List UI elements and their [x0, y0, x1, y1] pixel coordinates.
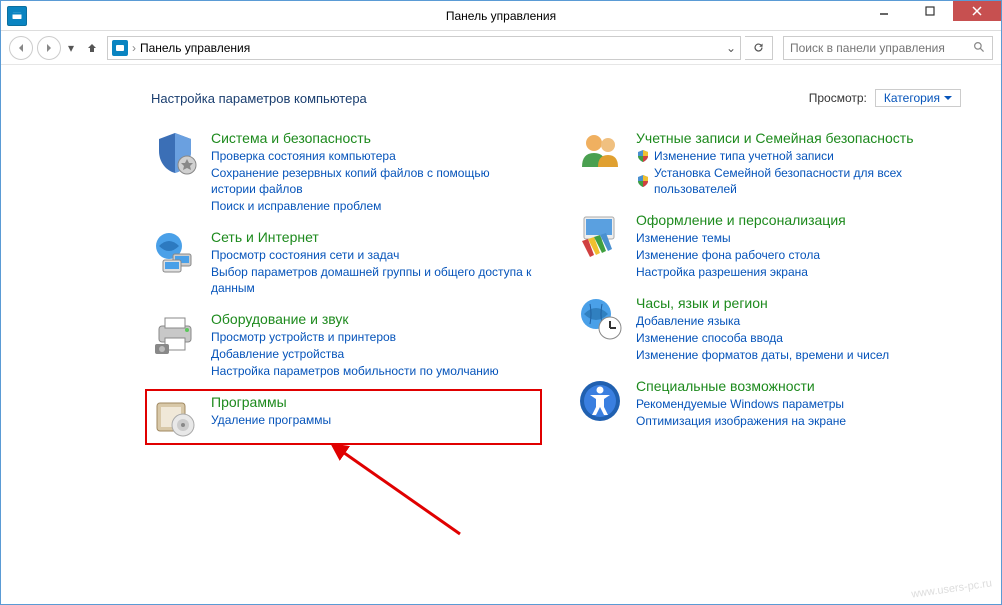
page-title: Настройка параметров компьютера: [151, 91, 367, 106]
category-clock-language: Часы, язык и регион Добавление языка Изм…: [576, 294, 961, 363]
appearance-icon: [576, 211, 624, 259]
category-ease-of-access: Специальные возможности Рекомендуемые Wi…: [576, 377, 961, 429]
printer-icon: [151, 310, 199, 358]
task-link[interactable]: Проверка состояния компьютера: [211, 148, 536, 164]
forward-button[interactable]: [37, 36, 61, 60]
task-link[interactable]: Изменение способа ввода: [636, 330, 889, 346]
content-area: Настройка параметров компьютера Просмотр…: [1, 65, 1001, 604]
viewby-value: Категория: [884, 91, 940, 105]
maximize-button[interactable]: [907, 1, 953, 21]
viewby-label: Просмотр:: [809, 91, 867, 105]
close-button[interactable]: [953, 1, 1001, 21]
task-link[interactable]: Изменение типа учетной записи: [654, 148, 834, 164]
left-column: Система и безопасность Проверка состояни…: [151, 129, 536, 441]
task-link[interactable]: Рекомендуемые Windows параметры: [636, 396, 846, 412]
task-link[interactable]: Поиск и исправление проблем: [211, 198, 536, 214]
address-bar[interactable]: › Панель управления ⌄: [107, 36, 741, 60]
titlebar: Панель управления: [1, 1, 1001, 31]
chevron-right-icon: ›: [132, 41, 136, 55]
task-link[interactable]: Установка Семейной безопасности для всех…: [654, 165, 961, 197]
nav-toolbar: ▾ › Панель управления ⌄: [1, 31, 1001, 65]
category-title[interactable]: Часы, язык и регион: [636, 294, 889, 312]
back-button[interactable]: [9, 36, 33, 60]
ease-of-access-icon: [576, 377, 624, 425]
programs-icon: [151, 393, 199, 441]
history-dropdown[interactable]: ▾: [65, 41, 77, 55]
clock-globe-icon: [576, 294, 624, 342]
right-column: Учетные записи и Семейная безопасность И…: [576, 129, 961, 441]
task-link[interactable]: Добавление языка: [636, 313, 889, 329]
category-network: Сеть и Интернет Просмотр состояния сети …: [151, 228, 536, 296]
category-appearance: Оформление и персонализация Изменение те…: [576, 211, 961, 280]
refresh-button[interactable]: [745, 36, 773, 60]
task-link[interactable]: Настройка разрешения экрана: [636, 264, 846, 280]
task-link[interactable]: Оптимизация изображения на экране: [636, 413, 846, 429]
search-box[interactable]: [783, 36, 993, 60]
task-link[interactable]: Изменение темы: [636, 230, 846, 246]
category-title[interactable]: Программы: [211, 393, 331, 411]
globe-network-icon: [151, 228, 199, 276]
control-panel-icon: [112, 40, 128, 56]
task-link[interactable]: Изменение форматов даты, времени и чисел: [636, 347, 889, 363]
task-link[interactable]: Сохранение резервных копий файлов с помо…: [211, 165, 536, 197]
category-title[interactable]: Оборудование и звук: [211, 310, 499, 328]
category-system-security: Система и безопасность Проверка состояни…: [151, 129, 536, 214]
category-programs: Программы Удаление программы: [145, 389, 542, 445]
task-link[interactable]: Просмотр устройств и принтеров: [211, 329, 499, 345]
up-button[interactable]: [81, 37, 103, 59]
chevron-down-icon: [944, 94, 952, 102]
category-title[interactable]: Система и безопасность: [211, 129, 536, 147]
shield-icon: [151, 129, 199, 177]
task-link[interactable]: Просмотр состояния сети и задач: [211, 247, 536, 263]
address-dropdown[interactable]: ⌄: [726, 41, 736, 55]
category-user-accounts: Учетные записи и Семейная безопасность И…: [576, 129, 961, 197]
breadcrumb[interactable]: Панель управления: [140, 41, 250, 55]
search-icon: [973, 41, 986, 54]
task-link[interactable]: Изменение фона рабочего стола: [636, 247, 846, 263]
search-input[interactable]: [790, 41, 973, 55]
task-link[interactable]: Настройка параметров мобильности по умол…: [211, 363, 499, 379]
viewby-select[interactable]: Категория: [875, 89, 961, 107]
control-panel-sysicon: [7, 6, 27, 26]
category-title[interactable]: Сеть и Интернет: [211, 228, 536, 246]
category-title[interactable]: Учетные записи и Семейная безопасность: [636, 129, 961, 147]
uac-shield-icon: [636, 174, 650, 188]
task-link[interactable]: Удаление программы: [211, 412, 331, 428]
uac-shield-icon: [636, 149, 650, 163]
task-link[interactable]: Добавление устройства: [211, 346, 499, 362]
category-hardware-sound: Оборудование и звук Просмотр устройств и…: [151, 310, 536, 379]
minimize-button[interactable]: [861, 1, 907, 21]
task-link[interactable]: Выбор параметров домашней группы и общег…: [211, 264, 536, 296]
user-accounts-icon: [576, 129, 624, 177]
category-title[interactable]: Оформление и персонализация: [636, 211, 846, 229]
category-title[interactable]: Специальные возможности: [636, 377, 846, 395]
window-title: Панель управления: [1, 9, 1001, 23]
